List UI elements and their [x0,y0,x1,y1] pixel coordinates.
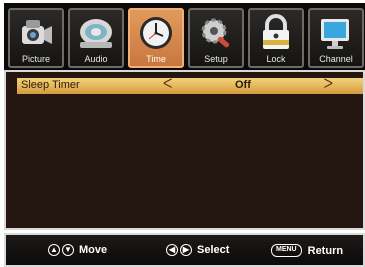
monitor-icon [321,19,349,49]
menu-panel: Sleep Timer ᐸ Off ᐳ [4,70,365,230]
tab-label: Audio [84,54,108,64]
tab-picture[interactable]: Picture [8,8,64,68]
tab-label: Time [146,54,166,64]
tab-label: Lock [266,54,286,64]
menu-item-sleep-timer[interactable]: Sleep Timer ᐸ Off ᐳ [17,77,363,94]
tab-time[interactable]: Time [128,8,184,68]
help-return: MENU Return [271,244,343,257]
menu-item-value: Off [235,79,251,91]
down-button-icon: ▼ [62,244,74,257]
help-move: ▲ ▼ Move [48,244,108,257]
up-button-icon: ▲ [48,244,60,257]
gear-wrench-icon [201,18,230,48]
padlock-icon [263,14,289,49]
menu-key-icon: MENU [271,244,302,257]
camcorder-icon [22,20,52,44]
tab-label: Setup [204,54,228,64]
help-return-label: Return [307,244,344,257]
tab-lock[interactable]: Lock [248,8,304,68]
arrow-left-icon[interactable]: ᐸ [163,77,172,92]
help-select-label: Select [197,244,230,257]
arrow-right-icon[interactable]: ᐳ [324,77,333,92]
clock-icon [140,17,172,49]
tab-label: Channel [319,54,353,64]
tab-channel[interactable]: Channel [308,8,364,68]
tab-setup[interactable]: Setup [188,8,244,68]
help-select: ◀ ▶ Select [166,244,230,257]
right-button-icon: ▶ [180,244,192,257]
tab-label: Picture [21,54,50,64]
help-move-label: Move [79,244,108,257]
tab-audio[interactable]: Audio [68,8,124,68]
help-bar: ▲ ▼ Move ◀ ▶ Select MENU Return [4,233,365,267]
menu-item-label: Sleep Timer [21,79,80,91]
speaker-icon [80,19,112,48]
tv-osd-menu: Picture Audio Time Setup Lock Channel Sl… [0,0,365,267]
left-button-icon: ◀ [166,244,178,257]
menu-tab-strip: Picture Audio Time Setup Lock Channel [4,3,365,70]
